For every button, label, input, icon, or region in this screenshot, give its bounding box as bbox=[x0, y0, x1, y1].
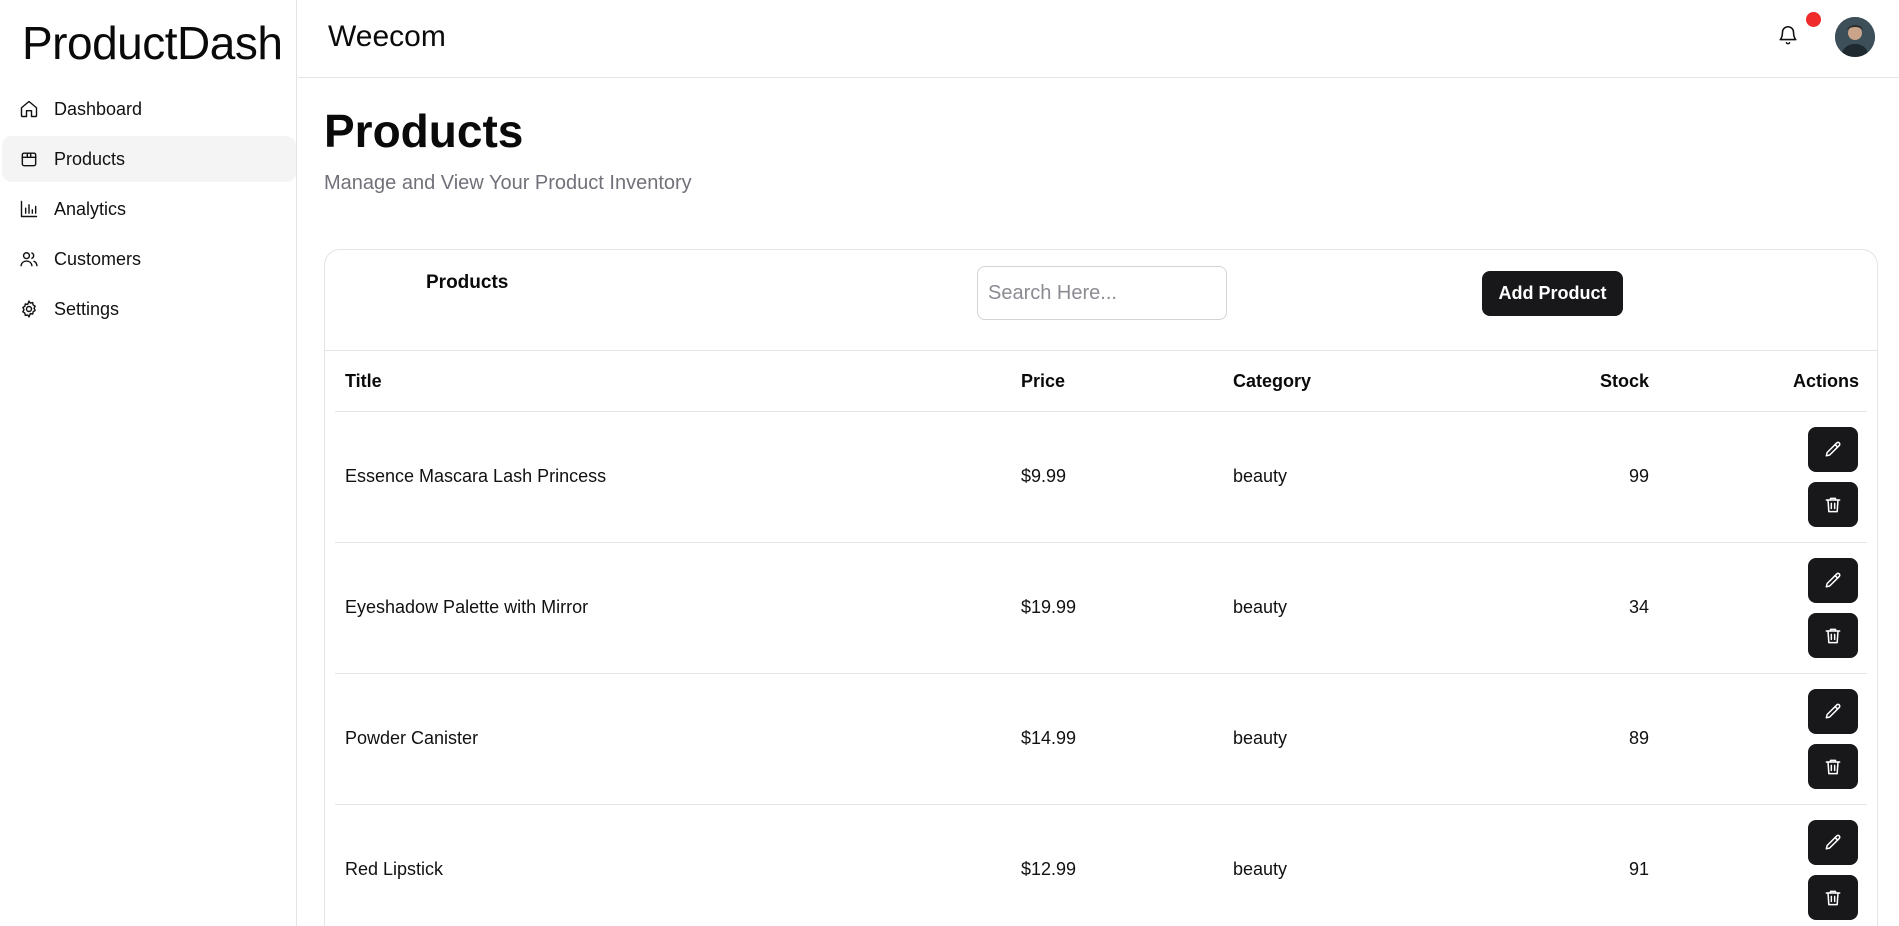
bell-icon[interactable] bbox=[1777, 24, 1801, 48]
product-stock: 99 bbox=[1628, 466, 1649, 486]
table-header: Title Price Category Stock Actions bbox=[335, 351, 1867, 412]
product-price: $14.99 bbox=[1021, 728, 1077, 748]
products-table: Title Price Category Stock Actions Essen… bbox=[335, 351, 1867, 926]
product-category: beauty bbox=[1233, 597, 1288, 617]
edit-button[interactable] bbox=[1808, 558, 1858, 603]
pencil-icon bbox=[1825, 703, 1841, 719]
column-header-price[interactable]: Price bbox=[1021, 371, 1065, 392]
product-title: Red Lipstick bbox=[345, 859, 444, 879]
delete-button[interactable] bbox=[1808, 875, 1858, 920]
column-header-stock[interactable]: Stock bbox=[1600, 371, 1649, 392]
sidebar-item-label: Dashboard bbox=[54, 98, 143, 119]
brand-logo[interactable]: ProductDash bbox=[22, 16, 283, 70]
delete-button[interactable] bbox=[1808, 613, 1858, 658]
avatar[interactable] bbox=[1835, 17, 1875, 57]
home-icon bbox=[18, 98, 40, 120]
sidebar-item-settings[interactable]: Settings bbox=[2, 286, 296, 332]
sidebar-item-products[interactable]: Products bbox=[2, 136, 296, 182]
product-category: beauty bbox=[1233, 728, 1288, 748]
bar-chart-icon bbox=[18, 198, 40, 220]
pencil-icon bbox=[1825, 441, 1841, 457]
product-stock: 34 bbox=[1628, 597, 1649, 617]
top-bar: Weecom bbox=[298, 0, 1899, 78]
card-title: Products bbox=[426, 272, 509, 293]
sidebar-item-label: Customers bbox=[54, 248, 142, 269]
package-icon bbox=[18, 148, 40, 170]
column-header-category[interactable]: Category bbox=[1233, 371, 1311, 392]
pencil-icon bbox=[1825, 834, 1841, 850]
sidebar-item-dashboard[interactable]: Dashboard bbox=[2, 86, 296, 132]
edit-button[interactable] bbox=[1808, 427, 1858, 472]
trash-icon bbox=[1825, 890, 1841, 905]
page-subtitle: Manage and View Your Product Inventory bbox=[324, 172, 692, 194]
sidebar-nav: Dashboard Products Analytics Customers S… bbox=[2, 86, 296, 336]
product-price: $9.99 bbox=[1021, 466, 1067, 486]
delete-button[interactable] bbox=[1808, 482, 1858, 527]
trash-icon bbox=[1825, 497, 1841, 512]
product-title: Eyeshadow Palette with Mirror bbox=[345, 597, 589, 617]
products-card: Products Add Product Title Price Categor… bbox=[324, 249, 1878, 926]
table-row[interactable]: Essence Mascara Lash Princess $9.99 beau… bbox=[335, 412, 1867, 543]
product-stock: 89 bbox=[1628, 728, 1649, 748]
add-product-button[interactable]: Add Product bbox=[1482, 271, 1623, 316]
delete-button[interactable] bbox=[1808, 744, 1858, 789]
product-price: $19.99 bbox=[1021, 597, 1077, 617]
product-price: $12.99 bbox=[1021, 859, 1077, 879]
sidebar-item-customers[interactable]: Customers bbox=[2, 236, 296, 282]
gear-icon bbox=[18, 298, 40, 320]
product-title: Essence Mascara Lash Princess bbox=[345, 466, 607, 486]
pencil-icon bbox=[1825, 572, 1841, 588]
table-row[interactable]: Red Lipstick $12.99 beauty 91 bbox=[335, 805, 1867, 926]
search-input[interactable] bbox=[977, 266, 1227, 320]
column-header-title[interactable]: Title bbox=[345, 371, 382, 392]
edit-button[interactable] bbox=[1808, 820, 1858, 865]
table-row[interactable]: Eyeshadow Palette with Mirror $19.99 bea… bbox=[335, 543, 1867, 674]
edit-button[interactable] bbox=[1808, 689, 1858, 734]
product-category: beauty bbox=[1233, 466, 1288, 486]
sidebar-item-analytics[interactable]: Analytics bbox=[2, 186, 296, 232]
trash-icon bbox=[1825, 759, 1841, 774]
page-title: Products bbox=[324, 105, 524, 157]
product-category: beauty bbox=[1233, 859, 1288, 879]
store-name: Weecom bbox=[328, 20, 446, 53]
column-header-actions: Actions bbox=[1792, 371, 1859, 391]
sidebar: ProductDash Dashboard Products Analytics… bbox=[0, 0, 297, 926]
notification-dot bbox=[1806, 12, 1821, 27]
trash-icon bbox=[1825, 628, 1841, 643]
product-stock: 91 bbox=[1628, 859, 1649, 879]
sidebar-item-label: Settings bbox=[54, 298, 120, 319]
table-row[interactable]: Powder Canister $14.99 beauty 89 bbox=[335, 674, 1867, 805]
product-title: Powder Canister bbox=[345, 728, 479, 748]
users-icon bbox=[18, 248, 40, 270]
sidebar-item-label: Analytics bbox=[54, 198, 127, 219]
sidebar-item-label: Products bbox=[54, 148, 126, 169]
